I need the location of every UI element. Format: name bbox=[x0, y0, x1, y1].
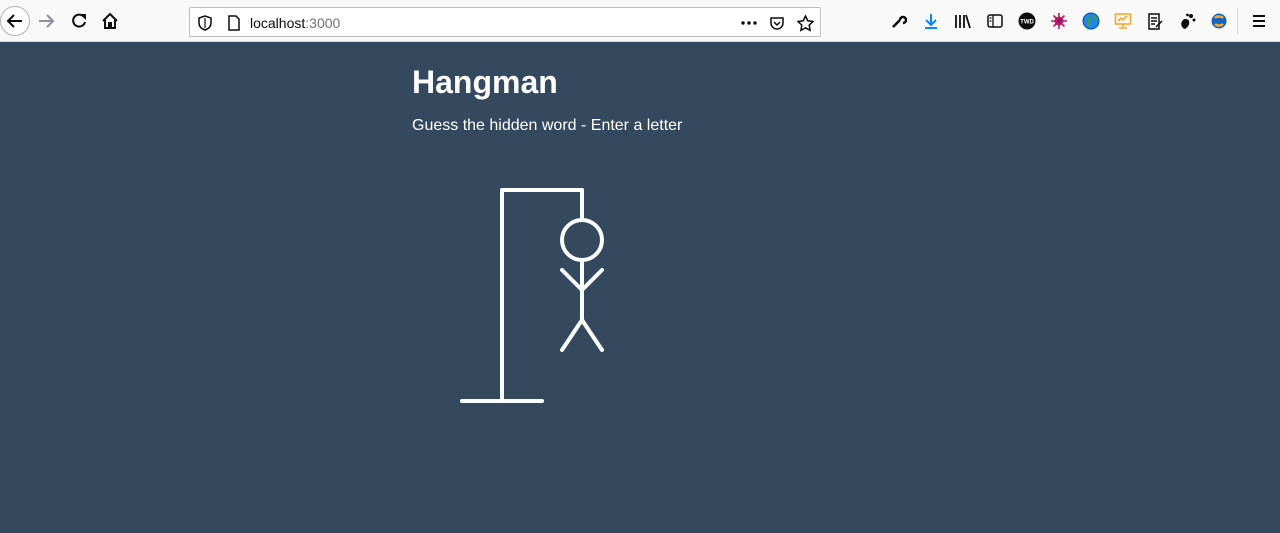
svg-text:TWD: TWD bbox=[1020, 20, 1034, 26]
back-button[interactable] bbox=[0, 6, 30, 36]
page-icon bbox=[225, 14, 243, 32]
menu-icon[interactable] bbox=[1249, 11, 1269, 31]
more-actions-icon[interactable] bbox=[740, 14, 758, 32]
site-info-shield-icon[interactable] bbox=[196, 14, 214, 32]
library-icon[interactable] bbox=[953, 11, 973, 31]
download-icon[interactable] bbox=[921, 11, 941, 31]
reload-button[interactable] bbox=[66, 8, 92, 34]
home-icon bbox=[102, 12, 118, 29]
url-port: :3000 bbox=[305, 15, 341, 31]
hangman-right-leg bbox=[580, 318, 604, 352]
page-title: Hangman bbox=[412, 64, 558, 100]
hangman-figure bbox=[460, 188, 604, 403]
url-host: localhost bbox=[250, 15, 306, 31]
home-button[interactable] bbox=[97, 8, 123, 34]
hangman-right-arm bbox=[580, 268, 604, 292]
hangman-head bbox=[560, 218, 604, 262]
url-text[interactable]: localhost:3000 bbox=[250, 15, 340, 31]
toolbar-separator bbox=[1237, 8, 1238, 34]
extension-monitor-icon[interactable] bbox=[1113, 11, 1133, 31]
hangman-left-arm bbox=[560, 268, 584, 292]
back-arrow-icon bbox=[6, 14, 22, 28]
extension-gnome-icon[interactable] bbox=[1177, 11, 1197, 31]
hangman-left-leg bbox=[560, 318, 584, 352]
forward-arrow-icon bbox=[39, 14, 55, 28]
extension-globe-icon[interactable] bbox=[1081, 11, 1101, 31]
extension-notes-icon[interactable] bbox=[1145, 11, 1165, 31]
bookmark-star-icon[interactable] bbox=[796, 14, 814, 32]
url-bar[interactable]: localhost:3000 bbox=[189, 7, 821, 37]
sidebar-icon[interactable] bbox=[985, 11, 1005, 31]
pocket-icon[interactable] bbox=[768, 14, 786, 32]
extension-twd-icon[interactable]: TWD bbox=[1017, 11, 1037, 31]
forward-button[interactable] bbox=[33, 8, 59, 34]
instructions: Guess the hidden word - Enter a letter bbox=[412, 117, 683, 134]
extension-virus-icon[interactable] bbox=[1049, 11, 1069, 31]
extension-python-icon[interactable] bbox=[1209, 11, 1229, 31]
browser-toolbar: localhost:3000 TWD bbox=[0, 0, 1280, 42]
wrench-icon[interactable] bbox=[889, 11, 909, 31]
reload-icon bbox=[72, 13, 86, 28]
